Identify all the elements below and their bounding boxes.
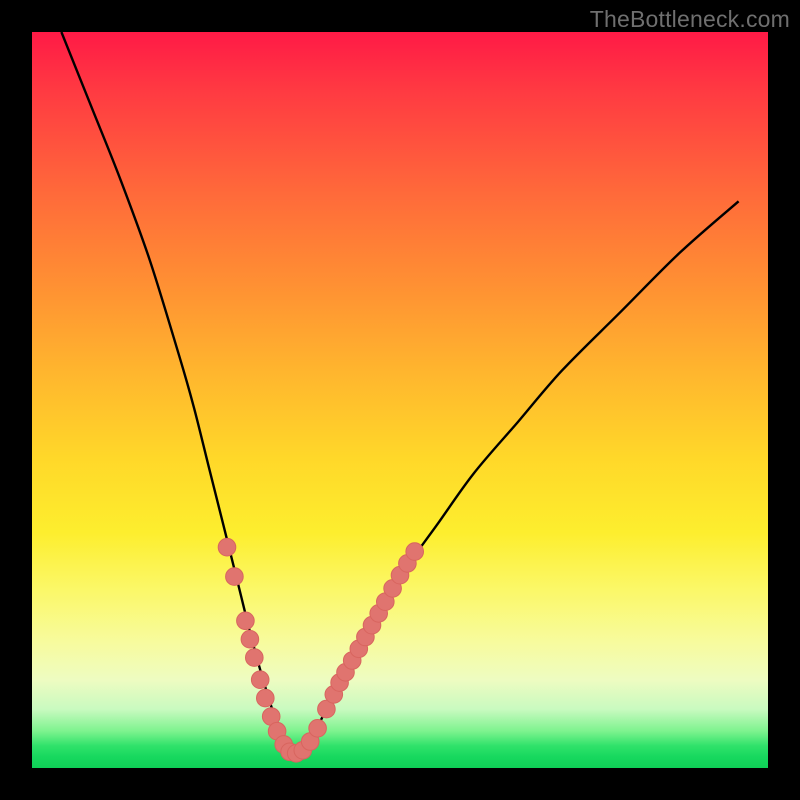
curve-marker	[226, 568, 244, 586]
curve-marker	[309, 720, 327, 738]
curve-marker	[406, 543, 424, 561]
bottleneck-curve	[61, 32, 738, 755]
curve-layer	[32, 32, 768, 768]
plot-area	[32, 32, 768, 768]
curve-marker	[237, 612, 255, 630]
curve-marker	[257, 689, 275, 707]
curve-marker	[251, 671, 269, 689]
curve-marker	[246, 649, 264, 667]
watermark-text: TheBottleneck.com	[590, 6, 790, 33]
chart-stage: TheBottleneck.com	[0, 0, 800, 800]
curve-marker	[218, 538, 236, 556]
curve-marker	[241, 630, 259, 648]
